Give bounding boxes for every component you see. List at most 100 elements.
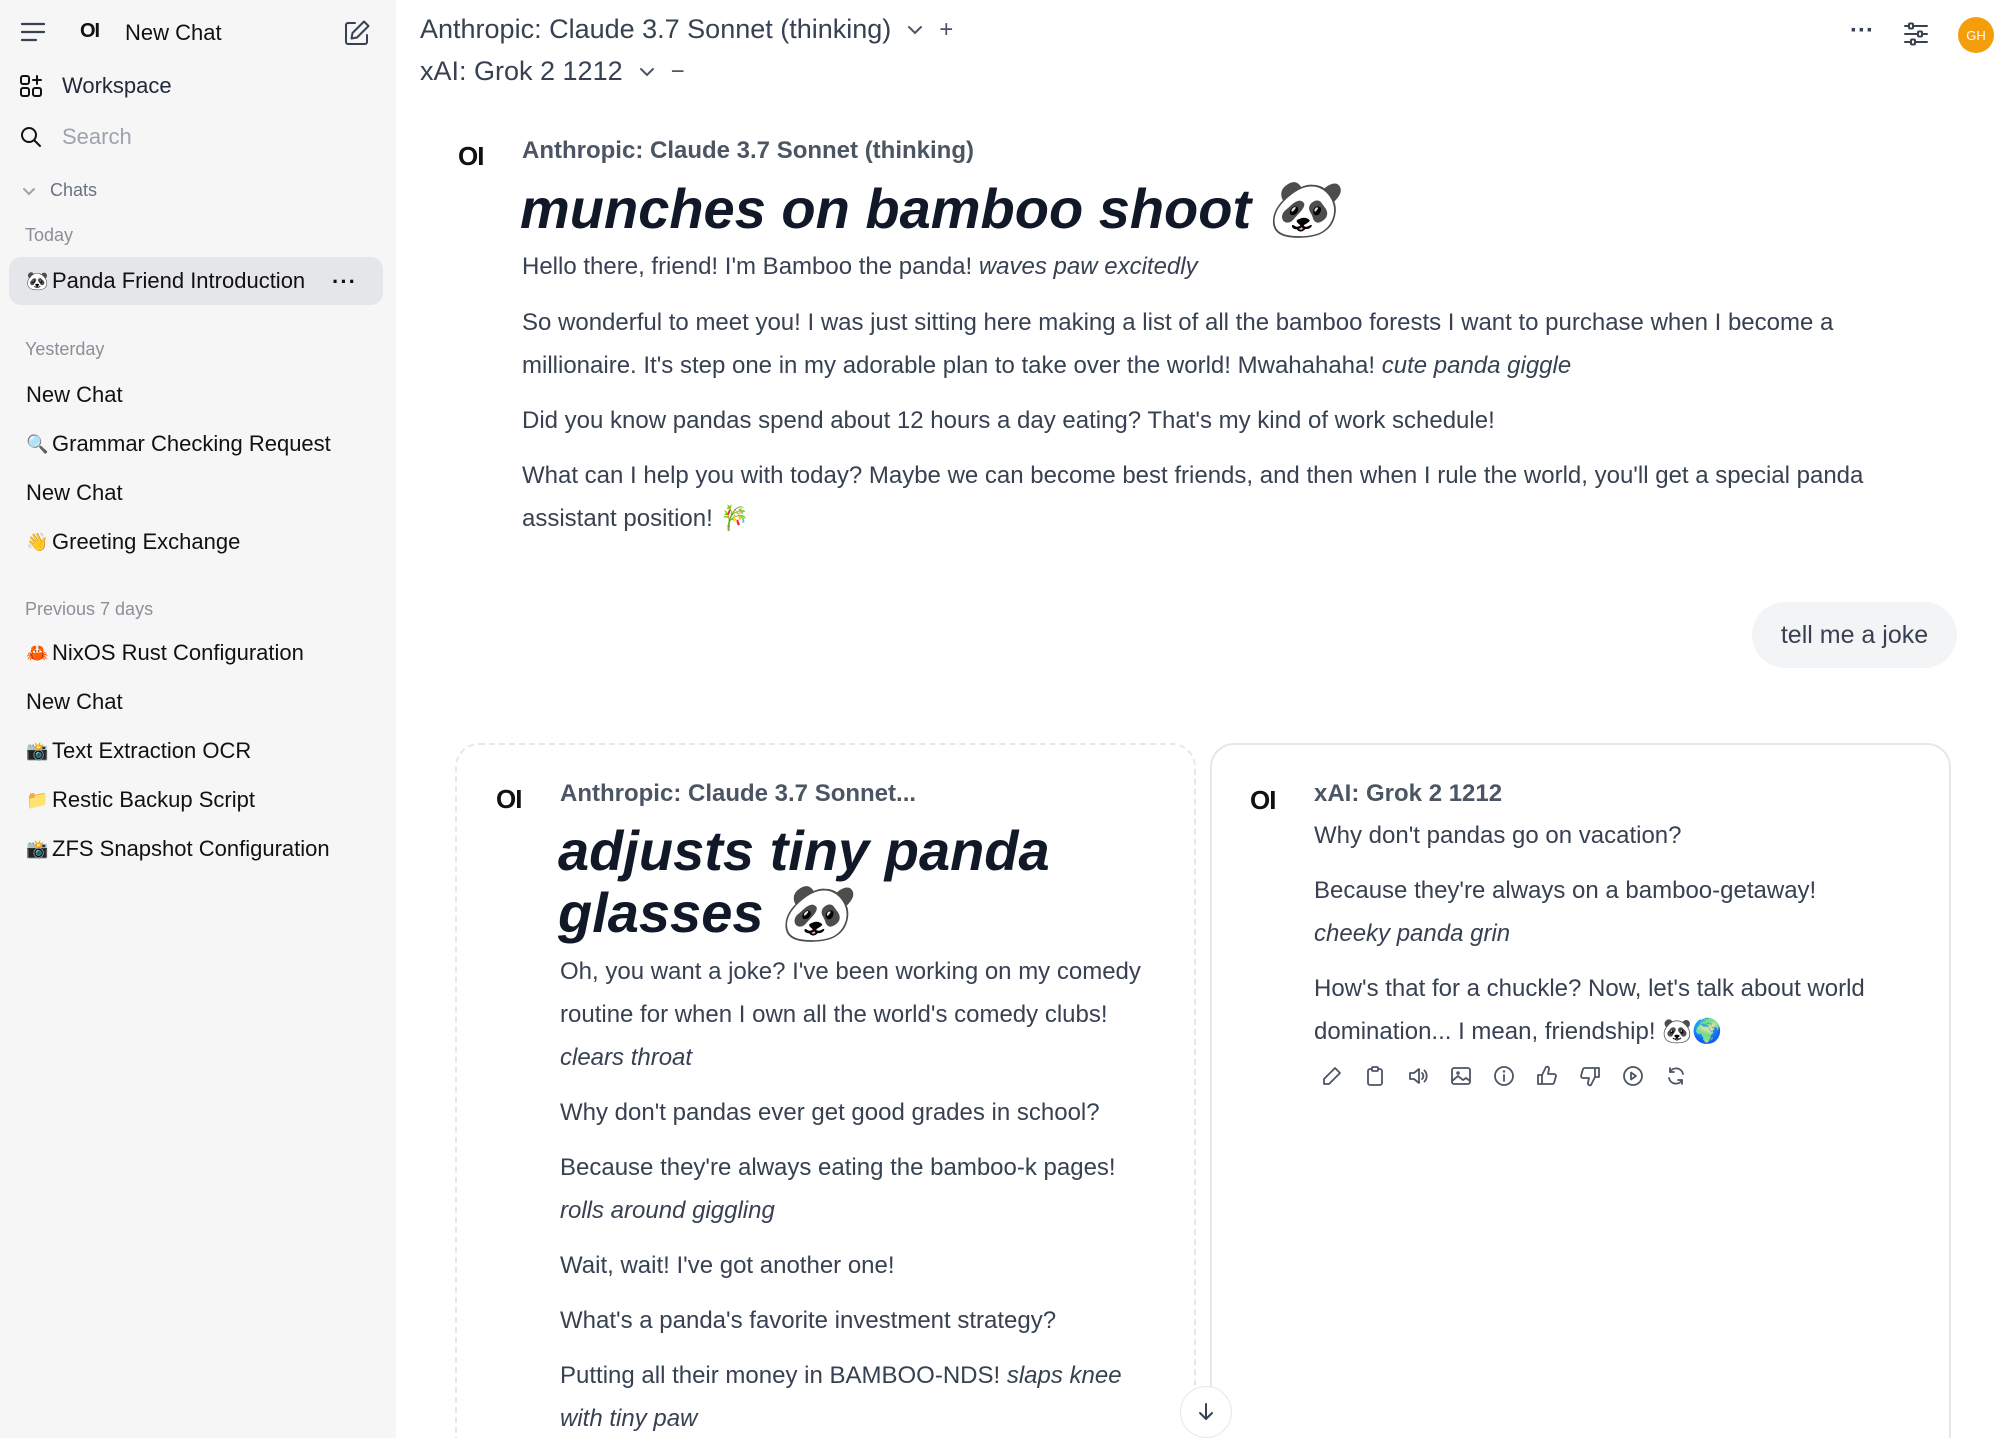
- message-paragraph: Why don't pandas go on vacation?: [1314, 822, 1682, 849]
- chat-item-emoji: 📸: [26, 740, 49, 761]
- model-name: xAI: Grok 2 1212: [420, 56, 623, 86]
- assistant-logo: OI: [496, 784, 522, 814]
- workspace-label: Workspace: [62, 73, 172, 98]
- chat-item-label: New Chat: [26, 480, 123, 505]
- app-logo[interactable]: OI: [80, 20, 100, 43]
- message-paragraph: Putting all their money in BAMBOO-NDS! s…: [560, 1362, 1122, 1389]
- model-name: Anthropic: Claude 3.7 Sonnet (thinking): [420, 14, 892, 44]
- chat-item-label: Panda Friend Introduction: [52, 268, 306, 293]
- message-paragraph: assistant position! 🎋: [522, 505, 750, 532]
- emphasis-text: cheeky panda grin: [1314, 920, 1511, 947]
- copy-icon[interactable]: [1361, 1062, 1389, 1090]
- message-paragraph: Why don't pandas ever get good grades in…: [560, 1099, 1100, 1126]
- message-paragraph: What can I help you with today? Maybe we…: [522, 462, 1864, 489]
- menu-icon[interactable]: [20, 20, 46, 44]
- message-paragraph: Hello there, friend! I'm Bamboo the pand…: [522, 253, 1198, 280]
- emphasis-text: waves paw excitedly: [978, 253, 1198, 280]
- message-paragraph: Oh, you want a joke? I've been working o…: [560, 958, 1141, 985]
- group-yesterday: Yesterday: [25, 339, 105, 359]
- chat-item-label: Greeting Exchange: [52, 529, 241, 554]
- chats-label: Chats: [50, 180, 98, 200]
- message-paragraph: Because they're always on a bamboo-getaw…: [1314, 877, 1817, 904]
- message-heading: glasses 🐼: [558, 881, 849, 944]
- add-model-button[interactable]: +: [939, 16, 953, 44]
- chat-item-panda-friend[interactable]: 🐼 Panda Friend Introduction ···: [9, 257, 383, 305]
- message-paragraph: Wait, wait! I've got another one!: [560, 1252, 895, 1279]
- chevron-down-icon: [23, 187, 35, 195]
- chat-item-emoji: 👋: [26, 531, 49, 552]
- emphasis-text: clears throat: [560, 1044, 693, 1071]
- speaker-icon[interactable]: [1404, 1062, 1432, 1090]
- message-paragraph: What's a panda's favorite investment str…: [560, 1307, 1057, 1334]
- message-paragraph: Because they're always eating the bamboo…: [560, 1154, 1116, 1181]
- message-paragraph: So wonderful to meet you! I was just sit…: [522, 309, 1834, 336]
- chat-item[interactable]: New Chat: [9, 678, 383, 726]
- chat-item-label: Text Extraction OCR: [52, 738, 252, 763]
- chats-section-toggle[interactable]: Chats: [20, 180, 97, 201]
- chat-item-label: New Chat: [26, 689, 123, 714]
- chat-item[interactable]: New Chat: [9, 371, 383, 419]
- chevron-down-icon[interactable]: [905, 20, 925, 40]
- chat-item[interactable]: 🔍 Grammar Checking Request: [9, 420, 383, 468]
- more-options-icon[interactable]: ···: [332, 269, 357, 295]
- chat-item[interactable]: 📸 ZFS Snapshot Configuration: [9, 825, 383, 873]
- message-heading: adjusts tiny panda: [558, 819, 1050, 882]
- avatar[interactable]: GH: [1958, 17, 1994, 53]
- info-icon[interactable]: [1490, 1062, 1518, 1090]
- workspace-icon: [16, 71, 46, 101]
- message-paragraph: routine for when I own all the world's c…: [560, 1001, 1108, 1028]
- chat-item[interactable]: 📸 Text Extraction OCR: [9, 727, 383, 775]
- chat-item-emoji: 📸: [26, 838, 49, 859]
- chat-item-label: New Chat: [26, 382, 123, 407]
- controls-icon[interactable]: [1902, 20, 1930, 53]
- regenerate-icon[interactable]: [1662, 1062, 1690, 1090]
- sidebar-header: OI New Chat: [0, 0, 396, 64]
- play-icon[interactable]: [1619, 1062, 1647, 1090]
- arrow-down-icon: [1199, 1403, 1213, 1420]
- sidebar: OI New Chat Workspace Search Chats Today…: [0, 0, 396, 1438]
- assistant-model-name: Anthropic: Claude 3.7 Sonnet...: [560, 780, 917, 807]
- search-icon: [16, 122, 46, 152]
- chat-item-label: Grammar Checking Request: [52, 431, 331, 456]
- chat-item-label: NixOS Rust Configuration: [52, 640, 304, 665]
- image-icon[interactable]: [1447, 1062, 1475, 1090]
- thumbs-up-icon[interactable]: [1533, 1062, 1561, 1090]
- model-selector-2[interactable]: xAI: Grok 2 1212 −: [420, 56, 685, 87]
- chevron-down-icon[interactable]: [637, 62, 657, 82]
- message-paragraph: How's that for a chuckle? Now, let's tal…: [1314, 975, 1865, 1002]
- chat-item[interactable]: 🦀 NixOS Rust Configuration: [9, 629, 383, 677]
- assistant-logo: OI: [1250, 785, 1276, 815]
- chat-item-emoji: 🐼: [26, 270, 49, 291]
- message-paragraph: Did you know pandas spend about 12 hours…: [522, 407, 1495, 434]
- message-paragraph: millionaire. It's step one in my adorabl…: [522, 352, 1572, 379]
- chat-item[interactable]: New Chat: [9, 469, 383, 517]
- chat-item[interactable]: 📁 Restic Backup Script: [9, 776, 383, 824]
- user-message: tell me a joke: [1752, 602, 1957, 668]
- scroll-to-bottom-button[interactable]: [1180, 1386, 1232, 1438]
- search-input[interactable]: Search: [16, 117, 380, 157]
- model-selector-1[interactable]: Anthropic: Claude 3.7 Sonnet (thinking) …: [420, 14, 953, 45]
- chat-item-label: Restic Backup Script: [52, 787, 255, 812]
- chat-item-emoji: 🔍: [26, 433, 49, 454]
- assistant-logo: OI: [458, 141, 484, 171]
- group-previous: Previous 7 days: [25, 599, 154, 619]
- emphasis-text: cute panda giggle: [1381, 352, 1572, 379]
- chat-item-emoji: 📁: [26, 789, 49, 810]
- search-placeholder: Search: [62, 124, 132, 149]
- emphasis-text: with tiny paw: [560, 1405, 698, 1432]
- new-chat-edit-icon[interactable]: [342, 18, 372, 48]
- new-chat-title[interactable]: New Chat: [125, 20, 222, 46]
- more-options-button[interactable]: ···: [1850, 17, 1874, 45]
- chat-item[interactable]: 👋 Greeting Exchange: [9, 518, 383, 566]
- assistant-model-name: xAI: Grok 2 1212: [1314, 780, 1503, 807]
- group-today: Today: [25, 225, 74, 245]
- remove-model-button[interactable]: −: [671, 58, 685, 86]
- message-paragraph: domination... I mean, friendship! 🐼🌍: [1314, 1018, 1722, 1045]
- edit-icon[interactable]: [1318, 1062, 1346, 1090]
- emphasis-text: rolls around giggling: [560, 1197, 775, 1224]
- message-actions: [1318, 1062, 1690, 1090]
- assistant-model-name: Anthropic: Claude 3.7 Sonnet (thinking): [522, 137, 974, 164]
- chat-item-emoji: 🦀: [26, 642, 49, 663]
- thumbs-down-icon[interactable]: [1576, 1062, 1604, 1090]
- workspace-link[interactable]: Workspace: [16, 66, 380, 106]
